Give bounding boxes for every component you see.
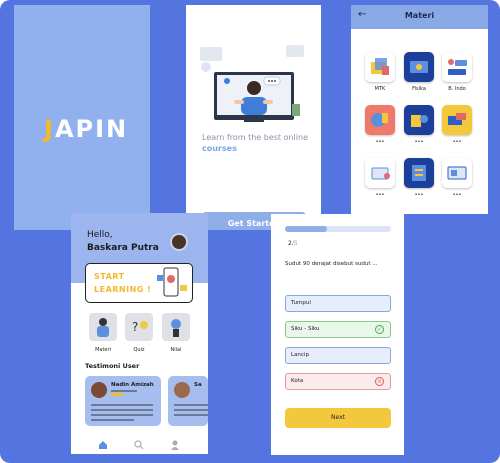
star-rating-icon (111, 393, 123, 396)
subject-label-8: ••• (414, 192, 424, 198)
materi-header: ← Materi (351, 5, 488, 29)
subject-icon (411, 115, 428, 127)
bottom-nav (71, 432, 208, 454)
menu-label-quiz: Quiz (133, 347, 145, 353)
testimonial-subtitle-line (111, 390, 137, 392)
physics-icon (410, 61, 428, 73)
materi-icon (97, 318, 109, 337)
question-text: Sudut 90 derajat disebut sudut ... (285, 261, 378, 267)
user-name: Baskara Putra (87, 243, 159, 253)
subject-tile-4[interactable] (365, 105, 395, 135)
menu-label-materi: Materi (95, 347, 111, 353)
subject-tile-9[interactable] (442, 158, 472, 188)
menu-materi-button[interactable] (89, 313, 117, 341)
question-counter: 2/5 (288, 240, 298, 247)
app-logo: JAPIN (44, 115, 129, 143)
subject-icon (448, 113, 466, 125)
subject-icon (371, 113, 388, 127)
subject-label-5: ••• (414, 139, 424, 145)
check-icon: ✓ (375, 325, 384, 334)
subject-tile-bindo[interactable] (442, 52, 472, 82)
progress-fill (285, 226, 328, 232)
subject-label-7: ••• (375, 192, 385, 198)
search-icon[interactable] (134, 440, 144, 450)
home-icon[interactable] (98, 440, 108, 450)
language-icon (448, 59, 467, 75)
answer-option-wrong[interactable]: Kota × (285, 373, 391, 390)
banner-text: START LEARNING ! (94, 272, 152, 294)
greeting: Hello, (87, 230, 113, 240)
start-learning-banner[interactable]: START LEARNING ! (85, 263, 193, 303)
subject-icon (412, 165, 426, 181)
close-icon: × (375, 377, 384, 386)
subject-tile-mtk[interactable] (365, 52, 395, 82)
avatar[interactable] (170, 233, 188, 251)
answer-option[interactable]: Lancip (285, 347, 391, 364)
progress-bar (285, 226, 391, 232)
subject-label-6: ••• (452, 139, 462, 145)
home-screen: Hello, Baskara Putra START LEARNING ! Mat… (71, 213, 208, 454)
menu-nilai-button[interactable] (162, 313, 190, 341)
math-icon (371, 58, 389, 75)
next-button[interactable]: Next (285, 408, 391, 428)
online-course-illustration (200, 45, 304, 122)
subject-tile-5[interactable] (404, 105, 434, 135)
subject-tile-7[interactable] (365, 158, 395, 188)
phone-illustration-icon (157, 267, 187, 297)
subject-tile-fisika[interactable] (404, 52, 434, 82)
materi-title: Materi (404, 11, 435, 20)
subject-label-fisika: Fisika (412, 86, 426, 92)
testimonial-card[interactable]: Nadin Amizah (85, 376, 161, 426)
quiz-icon: ? (132, 320, 148, 334)
subject-label-mtk: MTK (374, 86, 386, 92)
testimonial-card[interactable]: Sa (168, 376, 208, 426)
subject-icon (371, 167, 390, 180)
onboarding-screen: Learn from the best online courses Get S… (186, 5, 321, 230)
menu-quiz-button[interactable]: ? (125, 313, 153, 341)
testimonial-text-lines (174, 404, 208, 416)
materi-screen: ← Materi MTK Fisika B. Indo ••• ••• ••• … (351, 5, 488, 214)
subject-tile-6[interactable] (442, 105, 472, 135)
testimonial-name: Nadin Amizah (111, 382, 154, 388)
testimonial-name: Sa (194, 382, 202, 388)
splash-screen: JAPIN (14, 5, 150, 230)
testimoni-title: Testimoni User (85, 362, 140, 370)
nilai-icon (171, 319, 181, 337)
testimonial-avatar (174, 382, 190, 398)
subject-label-9: ••• (452, 192, 462, 198)
answer-option[interactable]: Tumpul (285, 295, 391, 312)
subject-tile-8[interactable] (404, 158, 434, 188)
testimonial-text-lines (91, 404, 153, 421)
subject-label-bindo: B. Indo (448, 86, 466, 92)
subject-label-4: ••• (375, 139, 385, 145)
quiz-screen: 2/5 Sudut 90 derajat disebut sudut ... T… (271, 214, 404, 455)
menu-label-nilai: Nilai (170, 347, 182, 353)
answer-option-correct[interactable]: Siku - Siku ✓ (285, 321, 391, 338)
profile-icon[interactable] (170, 440, 180, 450)
svg-text:?: ? (132, 320, 138, 334)
onboarding-caption: Learn from the best online courses (202, 133, 308, 153)
subject-icon (447, 166, 467, 180)
testimonial-avatar (91, 382, 107, 398)
